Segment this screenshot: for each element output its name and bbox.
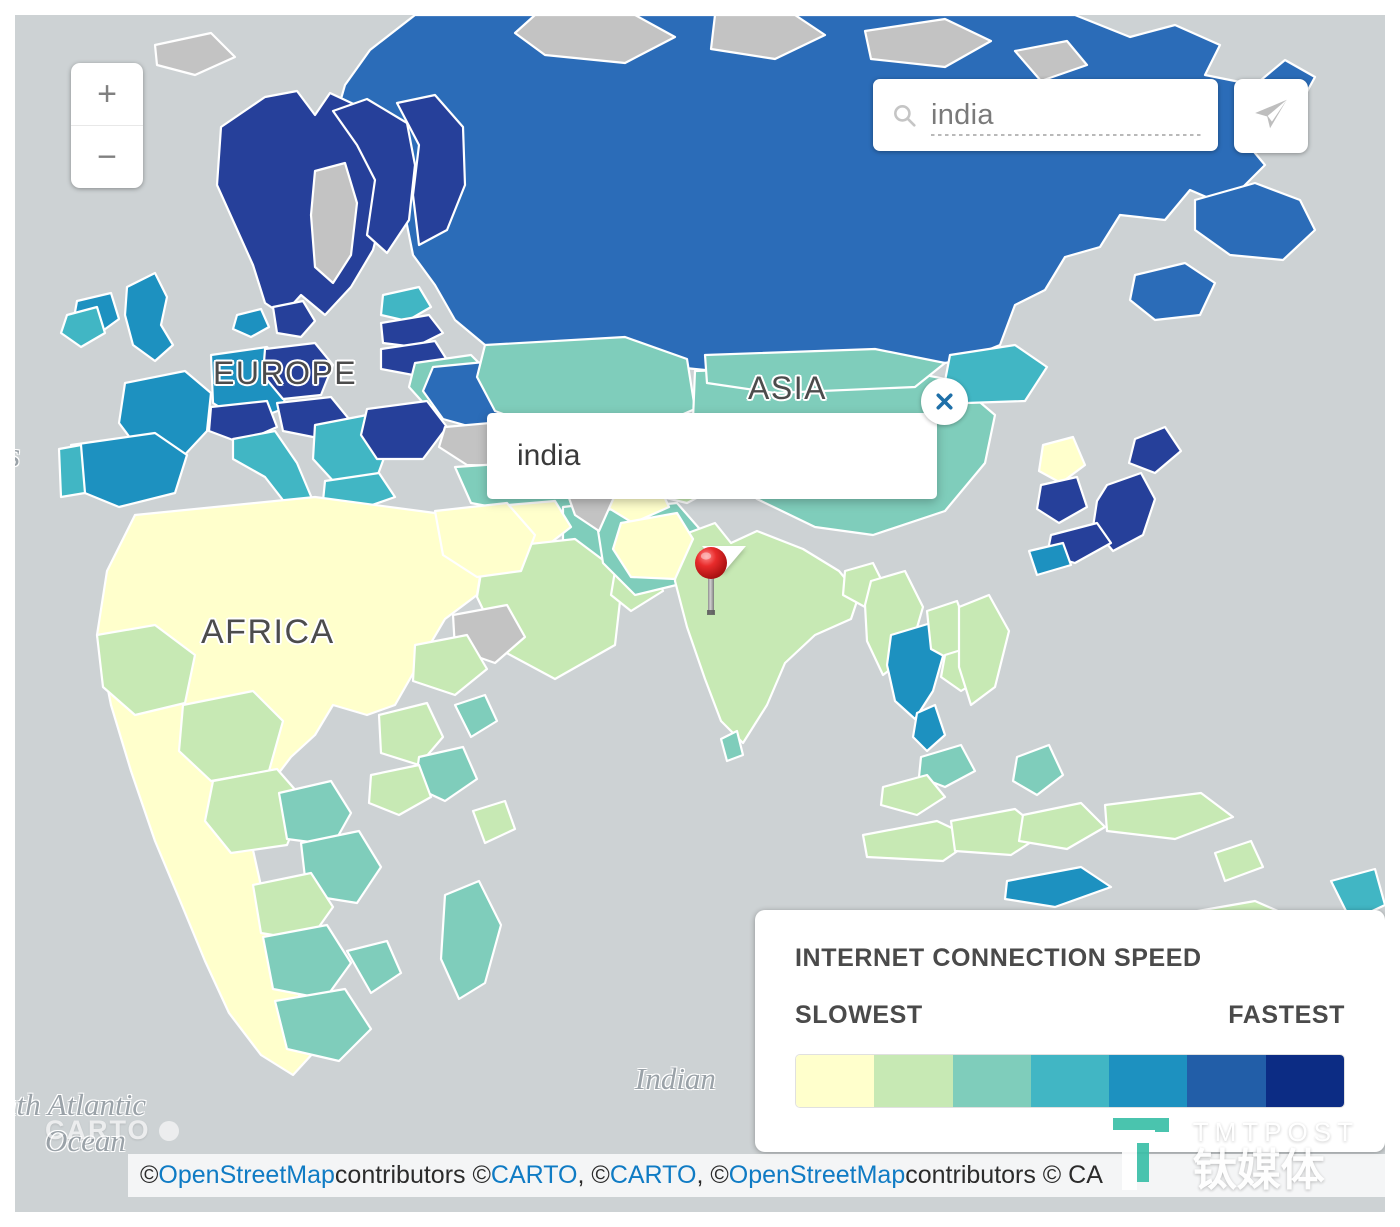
search-input-container[interactable]: india <box>873 79 1218 151</box>
send-search-button[interactable] <box>1234 79 1308 153</box>
map-frame[interactable]: .b1{fill:#ffffcc}.b2{fill:#c7e9b4}.b3{fi… <box>15 15 1385 1212</box>
legend-min-label: SLOWEST <box>795 1001 923 1029</box>
popup-pointer <box>702 546 746 572</box>
map-application: .b1{fill:#ffffcc}.b2{fill:#c7e9b4}.b3{fi… <box>0 0 1400 1227</box>
zoom-out-button[interactable]: − <box>71 126 143 188</box>
attribution-text-0: © <box>140 1161 159 1189</box>
legend-swatch-2 <box>874 1055 953 1107</box>
attribution-text-2: contributors © <box>334 1161 491 1189</box>
attribution-link-3[interactable]: CARTO <box>491 1161 578 1190</box>
legend-color-scale <box>795 1054 1345 1108</box>
legend-max-label: FASTEST <box>1228 1001 1345 1029</box>
paper-plane-icon <box>1252 95 1290 138</box>
popup-text: india <box>517 439 581 472</box>
attribution-text-6: , © <box>696 1161 729 1189</box>
search-input-value: india <box>931 98 994 131</box>
search-input[interactable]: india <box>931 92 1204 138</box>
attribution-link-1[interactable]: OpenStreetMap <box>158 1161 335 1190</box>
search-input-underline <box>931 134 1202 136</box>
close-icon <box>932 389 957 414</box>
legend-swatch-7 <box>1265 1055 1344 1107</box>
legend-panel: INTERNET CONNECTION SPEED SLOWEST FASTES… <box>755 910 1385 1152</box>
attribution-link-5[interactable]: CARTO <box>610 1161 697 1190</box>
attribution-text-4: , © <box>577 1161 610 1189</box>
legend-swatch-1 <box>796 1055 875 1107</box>
search-icon <box>891 102 917 128</box>
legend-swatch-3 <box>952 1055 1031 1107</box>
attribution-text-8: contributors © CA <box>905 1161 1103 1189</box>
legend-swatch-5 <box>1109 1055 1188 1107</box>
legend-scale-labels: SLOWEST FASTEST <box>795 1001 1345 1030</box>
attribution-link-7[interactable]: OpenStreetMap <box>729 1161 906 1190</box>
popup-close-button[interactable] <box>921 378 968 425</box>
map-popup[interactable]: india <box>487 413 937 572</box>
zoom-in-button[interactable]: + <box>71 63 143 126</box>
search-bar[interactable]: india <box>873 79 1308 153</box>
popup-body: india <box>487 413 937 499</box>
legend-swatch-6 <box>1187 1055 1266 1107</box>
attribution-bar[interactable]: © OpenStreetMap contributors © CARTO, © … <box>128 1154 1385 1197</box>
zoom-control[interactable]: + − <box>71 63 143 188</box>
legend-swatch-4 <box>1030 1055 1110 1107</box>
legend-title: INTERNET CONNECTION SPEED <box>795 944 1202 972</box>
